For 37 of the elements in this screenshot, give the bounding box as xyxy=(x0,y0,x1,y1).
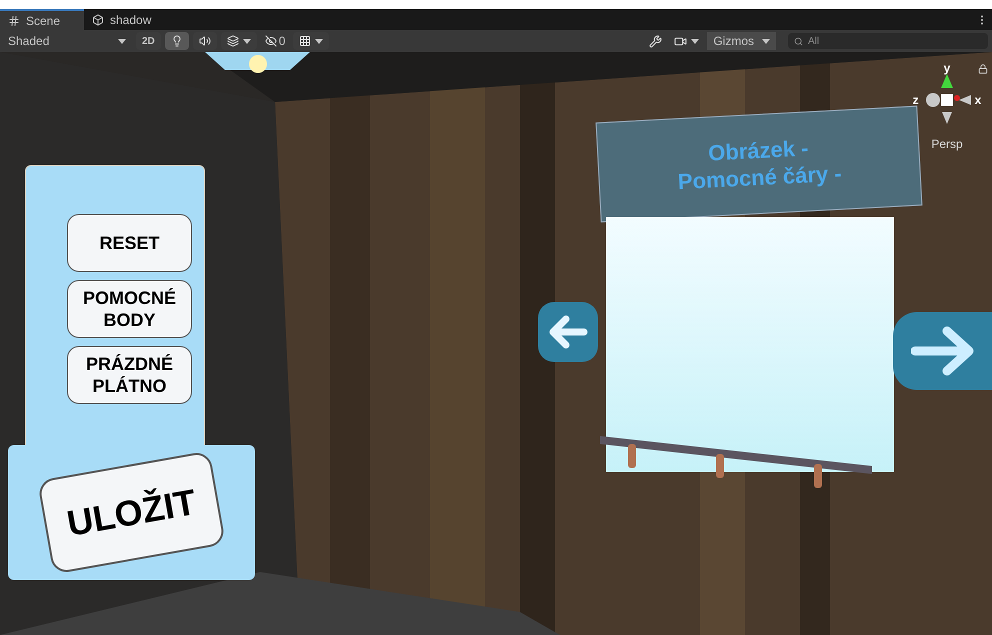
next-button[interactable] xyxy=(893,312,992,390)
caret-icon xyxy=(242,38,251,44)
grid-icon xyxy=(8,14,20,26)
axis-label: x xyxy=(974,94,982,106)
mode-2d-toggle[interactable]: 2D xyxy=(136,32,161,50)
lighting-toggle[interactable] xyxy=(164,32,189,50)
save-button[interactable]: ULOŽIT xyxy=(37,450,226,574)
panel-button[interactable]: POMOCNÉ BODY xyxy=(67,280,192,338)
hidden-objects-toggle[interactable]: 0 xyxy=(260,32,290,50)
search-field[interactable]: All xyxy=(788,33,988,49)
effects-toggle[interactable] xyxy=(220,32,257,50)
layers-icon xyxy=(226,35,239,47)
axis-label: y xyxy=(944,62,950,74)
speaker-icon xyxy=(198,35,211,47)
caret-icon xyxy=(762,38,770,44)
caret-icon xyxy=(691,38,700,44)
audio-toggle[interactable] xyxy=(192,32,217,50)
lightbulb-icon xyxy=(170,35,183,47)
panel-button[interactable]: RESET xyxy=(67,214,192,272)
caret-icon xyxy=(315,38,324,44)
caret-icon xyxy=(118,38,126,44)
arrow-right-icon xyxy=(910,326,974,376)
grid-icon xyxy=(299,35,312,47)
camera-icon xyxy=(674,34,688,48)
arrow-left-icon xyxy=(548,315,588,349)
eye-off-icon xyxy=(264,35,277,47)
tab[interactable]: Scene xyxy=(0,9,84,30)
gizmos-dropdown[interactable]: Gizmos xyxy=(707,32,776,50)
tools-icon xyxy=(649,34,662,48)
previous-button[interactable] xyxy=(538,302,598,362)
axis-label: z xyxy=(912,94,919,106)
projection-label[interactable]: Persp xyxy=(931,138,963,150)
cube-icon xyxy=(92,14,104,26)
grid-toggle[interactable] xyxy=(293,32,330,50)
panel-button[interactable]: PRÁZDNÉ PLÁTNO xyxy=(67,346,192,404)
lock-icon[interactable] xyxy=(978,64,988,74)
search-icon xyxy=(794,37,803,46)
